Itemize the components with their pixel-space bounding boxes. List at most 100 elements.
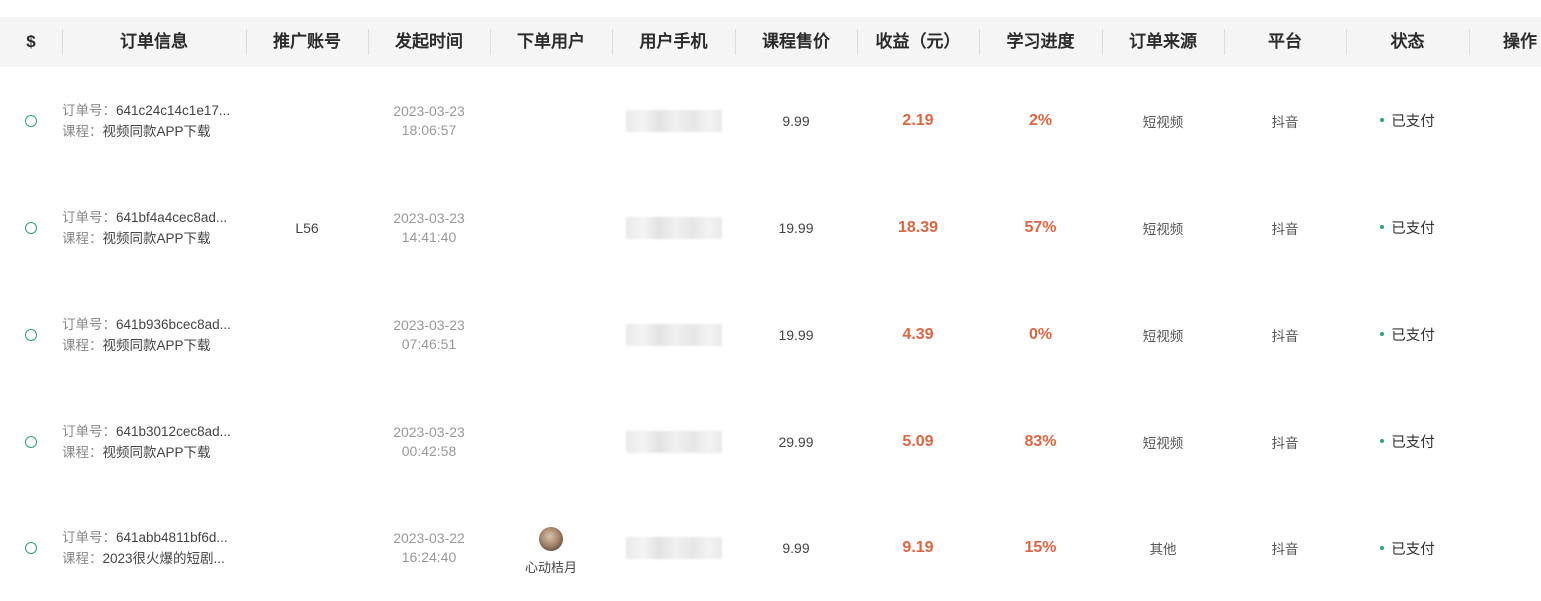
promoter-cell: L56 — [295, 219, 319, 236]
orders-table: $ 订单信息 推广账号 发起时间 下单用户 用户手机 课程售价 收益（元） 学习… — [0, 0, 1541, 591]
promoter-cell — [246, 281, 368, 388]
promoter-cell — [246, 388, 368, 495]
actions-cell — [1469, 281, 1541, 388]
created-date: 2023-03-23 — [393, 316, 465, 333]
income-cell: 18.39 — [897, 218, 939, 236]
status-cell: 已支付 — [1346, 495, 1469, 601]
order-no: 641b936bcec8ad... — [116, 316, 231, 332]
course-label: 课程： — [62, 337, 103, 353]
status-badge: 已支付 — [1391, 541, 1435, 558]
col-income-header: 收益（元） — [875, 32, 961, 51]
col-actions-header: 操作 — [1503, 32, 1537, 51]
source-cell: 短视频 — [1142, 221, 1184, 237]
created-cell: 2023-03-23 18:06:57 — [368, 67, 490, 174]
row-select-cell — [0, 281, 62, 388]
col-status-header: 状态 — [1390, 32, 1425, 51]
buyer-name: 心动桔月 — [524, 559, 577, 575]
order-no: 641c24c14c1e17... — [116, 102, 231, 118]
table-row: 订单号：641bf4a4cec8ad... 课程：视频同款APP下载 L56 2… — [0, 174, 1541, 281]
source-cell: 短视频 — [1142, 435, 1184, 451]
created-date: 2023-03-23 — [393, 209, 465, 226]
order-no-label: 订单号： — [62, 102, 116, 118]
top-strip — [0, 0, 1541, 17]
phone-redacted — [625, 537, 722, 559]
course-name: 视频同款APP下载 — [102, 123, 211, 139]
actions-cell — [1469, 388, 1541, 495]
source-cell: 短视频 — [1142, 328, 1184, 344]
created-time: 07:46:51 — [401, 335, 457, 352]
table-row: 订单号：641b3012cec8ad... 课程：视频同款APP下载 2023-… — [0, 388, 1541, 495]
row-select-radio[interactable] — [25, 542, 37, 554]
order-no: 641bf4a4cec8ad... — [116, 209, 228, 225]
col-platform-header: 平台 — [1268, 32, 1302, 51]
status-cell: 已支付 — [1346, 67, 1469, 174]
row-select-radio[interactable] — [25, 221, 37, 234]
row-select-cell — [0, 67, 62, 174]
platform-cell: 抖音 — [1271, 328, 1299, 344]
col-buyer-header: 下单用户 — [517, 32, 585, 51]
created-date: 2023-03-23 — [393, 102, 465, 119]
created-cell: 2023-03-23 07:46:51 — [368, 281, 490, 388]
phone-redacted — [625, 216, 722, 239]
col-created-header: 发起时间 — [395, 32, 463, 51]
price-cell: 29.99 — [778, 433, 814, 450]
source-cell: 其他 — [1149, 542, 1177, 557]
phone-redacted — [625, 430, 722, 453]
course-label: 课程： — [62, 444, 103, 460]
course-label: 课程： — [62, 123, 103, 139]
created-time: 18:06:57 — [401, 121, 457, 138]
actions-cell — [1469, 67, 1541, 174]
col-price-header: 课程售价 — [762, 32, 830, 51]
row-select-radio[interactable] — [25, 435, 37, 448]
buyer-cell — [490, 281, 612, 388]
status-dot-icon — [1380, 225, 1385, 230]
row-select-radio[interactable] — [25, 114, 37, 127]
order-no-label: 订单号： — [62, 209, 116, 225]
status-dot-icon — [1380, 439, 1385, 444]
status-dot-icon — [1380, 118, 1385, 123]
income-cell: 2.19 — [902, 111, 934, 129]
status-badge: 已支付 — [1391, 114, 1435, 130]
status-cell: 已支付 — [1346, 174, 1469, 281]
status-dot-icon — [1380, 332, 1385, 337]
course-name: 视频同款APP下载 — [102, 337, 211, 353]
promoter-cell — [246, 495, 368, 601]
table-row: 订单号：641abb4811bf6d... 课程：2023很火爆的短剧... 2… — [0, 495, 1541, 591]
created-date: 2023-03-23 — [393, 423, 465, 440]
table-row: 订单号：641c24c14c1e17... 课程：视频同款APP下载 2023-… — [0, 67, 1541, 174]
buyer-cell — [490, 67, 612, 174]
order-info-cell: 订单号：641b936bcec8ad... 课程：视频同款APP下载 — [62, 281, 246, 388]
row-select-radio[interactable] — [25, 328, 37, 341]
order-no: 641b3012cec8ad... — [116, 423, 231, 439]
progress-cell: 83% — [1024, 432, 1057, 450]
actions-cell — [1469, 174, 1541, 281]
actions-cell — [1469, 495, 1541, 601]
status-badge: 已支付 — [1391, 328, 1435, 344]
income-cell: 4.39 — [902, 325, 934, 343]
created-cell: 2023-03-23 14:41:40 — [368, 174, 490, 281]
col-phone-header: 用户手机 — [639, 32, 708, 51]
buyer-cell: 心动桔月 — [490, 495, 612, 601]
created-cell: 2023-03-22 16:24:40 — [368, 495, 490, 601]
platform-cell: 抖音 — [1271, 221, 1299, 237]
col-progress-header: 学习进度 — [1006, 32, 1075, 51]
course-label: 课程： — [62, 230, 103, 246]
buyer-cell — [490, 174, 612, 281]
course-name: 视频同款APP下载 — [102, 444, 211, 460]
row-select-cell — [0, 495, 62, 601]
status-cell: 已支付 — [1346, 281, 1469, 388]
platform-cell: 抖音 — [1271, 435, 1299, 451]
order-no: 641abb4811bf6d... — [116, 530, 228, 545]
order-info-cell: 订单号：641abb4811bf6d... 课程：2023很火爆的短剧... — [62, 495, 246, 601]
phone-cell — [612, 174, 735, 281]
col-select-header: $ — [26, 32, 36, 51]
income-cell: 5.09 — [902, 432, 934, 450]
order-info-cell: 订单号：641b3012cec8ad... 课程：视频同款APP下载 — [62, 388, 246, 495]
progress-cell: 0% — [1028, 325, 1053, 343]
phone-cell — [612, 67, 735, 174]
status-badge: 已支付 — [1391, 435, 1435, 451]
buyer-cell — [490, 388, 612, 495]
avatar[interactable] — [539, 526, 563, 551]
row-select-cell — [0, 174, 62, 281]
platform-cell: 抖音 — [1271, 114, 1299, 130]
